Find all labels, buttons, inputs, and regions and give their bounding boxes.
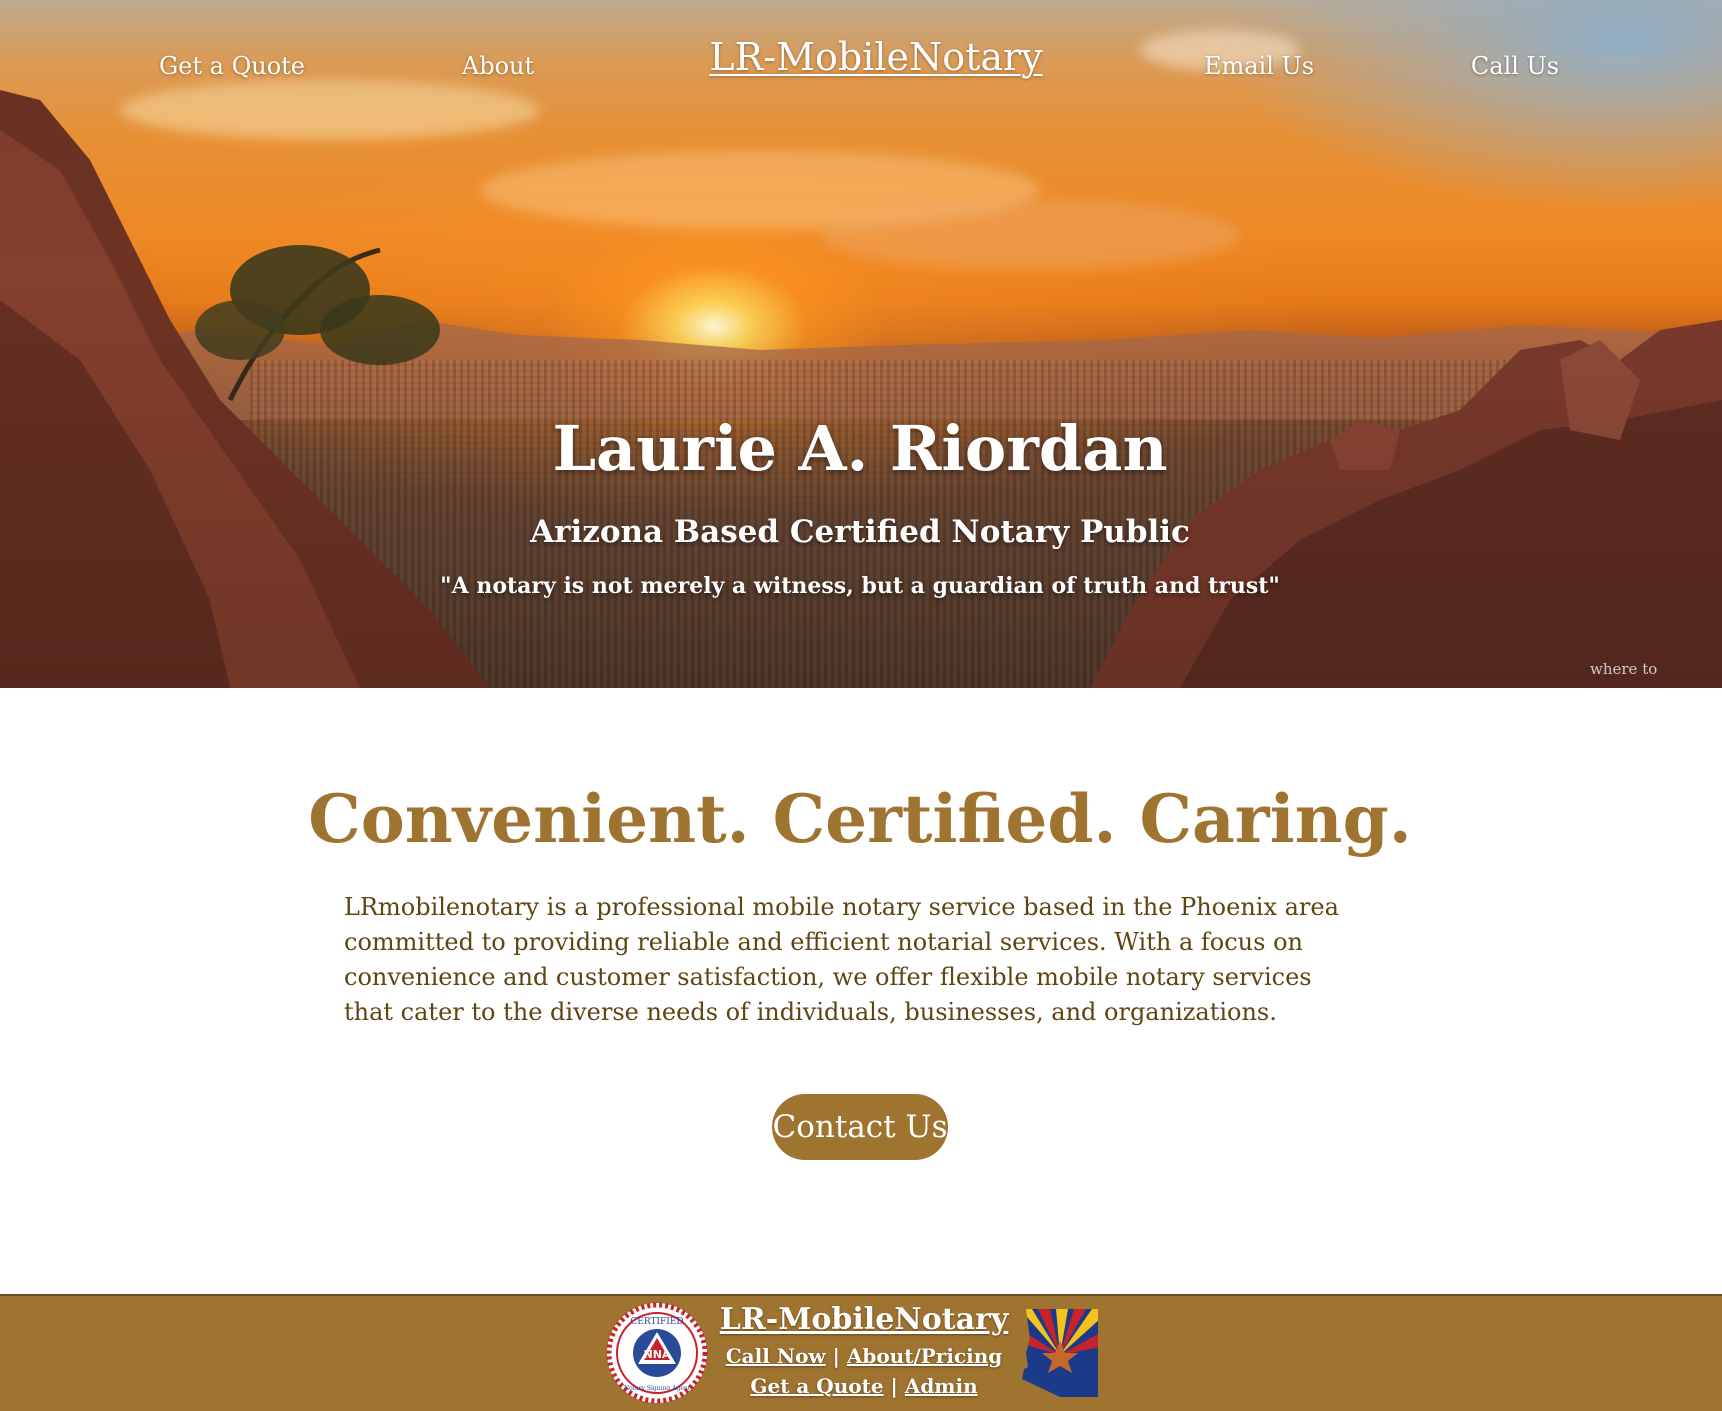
footer-admin-link[interactable]: Admin: [905, 1374, 978, 1398]
nna-certified-seal-icon: NNA CERTIFIED Notary Signing Agent: [606, 1302, 708, 1404]
footer-about-pricing-link[interactable]: About/Pricing: [847, 1344, 1002, 1368]
footer-separator: |: [890, 1374, 898, 1398]
footer-brand-link[interactable]: LR-MobileNotary: [720, 1302, 1009, 1337]
hero-quote: "A notary is not merely a witness, but a…: [440, 573, 1280, 599]
contact-us-button[interactable]: Contact Us: [772, 1094, 948, 1160]
seal-center-text: NNA: [644, 1348, 671, 1361]
nav-about[interactable]: About: [462, 52, 534, 80]
footer-get-a-quote-link[interactable]: Get a Quote: [750, 1374, 883, 1398]
footer-call-now-link[interactable]: Call Now: [726, 1344, 826, 1368]
nav-get-a-quote[interactable]: Get a Quote: [159, 52, 305, 80]
tagline-heading: Convenient. Certified. Caring.: [308, 780, 1412, 858]
footer-divider: [0, 1294, 1722, 1296]
intro-paragraph: LRmobilenotary is a professional mobile …: [344, 893, 1339, 1026]
nav-email-us[interactable]: Email Us: [1204, 52, 1314, 80]
seal-top-text: CERTIFIED: [630, 1317, 683, 1327]
nav-call-us[interactable]: Call Us: [1471, 52, 1559, 80]
site-logo-link[interactable]: LR-MobileNotary: [709, 35, 1042, 79]
hero-banner: Get a Quote About Email Us Call Us LR-Mo…: [0, 0, 1722, 688]
footer-separator: |: [832, 1344, 840, 1368]
photo-watermark: where to: [1590, 660, 1658, 678]
hero-subtitle: Arizona Based Certified Notary Public: [530, 514, 1190, 550]
arizona-flag-state-icon: [1022, 1309, 1098, 1397]
footer-links-row-1: Call Now | About/Pricing: [726, 1344, 1003, 1368]
seal-bottom-text: Notary Signing Agent: [624, 1385, 691, 1392]
site-footer: NNA CERTIFIED Notary Signing Agent LR-Mo…: [0, 1294, 1722, 1411]
hero-title: Laurie A. Riordan: [552, 412, 1168, 485]
footer-links-row-2: Get a Quote | Admin: [750, 1374, 977, 1398]
